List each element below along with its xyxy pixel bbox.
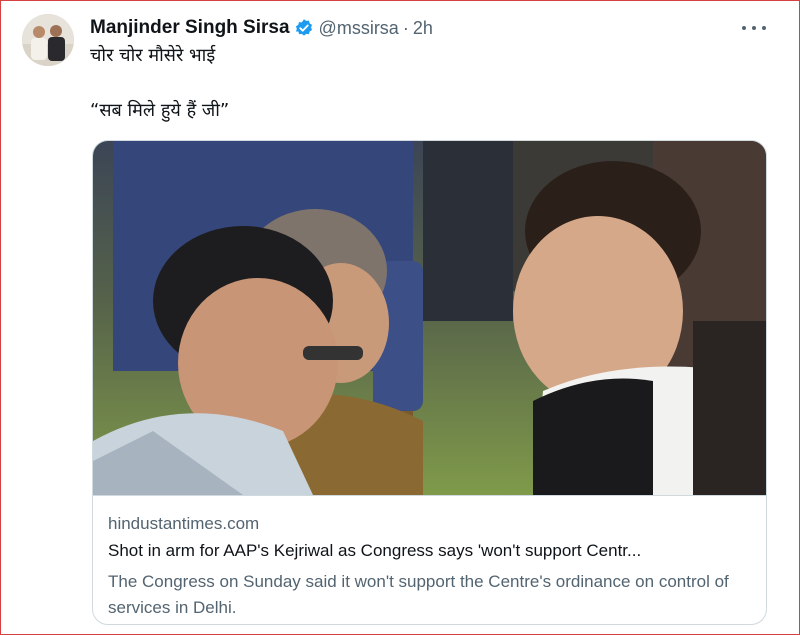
news-photo [93,141,766,495]
tweet-text-line-2: “सब मिले हुये हैं जी” [90,100,230,121]
card-headline[interactable]: Shot in arm for AAP's Kejriwal as Congre… [108,541,758,561]
tweet-text-line-1: चोर चोर मौसेरे भाई [90,45,216,66]
link-preview-card[interactable]: hindustantimes.com Shot in arm for AAP's… [92,140,767,625]
avatar-image [22,14,74,66]
tweet-timestamp[interactable]: 2h [413,18,433,39]
card-domain[interactable]: hindustantimes.com [108,514,259,534]
author-handle[interactable]: @mssirsa [319,18,399,39]
card-description: The Congress on Sunday said it won't sup… [108,572,729,617]
tweet-header: Manjinder Singh Sirsa @mssirsa · 2h [90,16,740,40]
card-text-section: hindustantimes.com Shot in arm for AAP's… [93,495,766,624]
author-name[interactable]: Manjinder Singh Sirsa [90,17,290,39]
more-options-icon[interactable] [742,18,766,38]
author-avatar[interactable] [22,14,74,66]
separator-dot: · [402,17,409,38]
verified-badge-icon [294,18,314,38]
